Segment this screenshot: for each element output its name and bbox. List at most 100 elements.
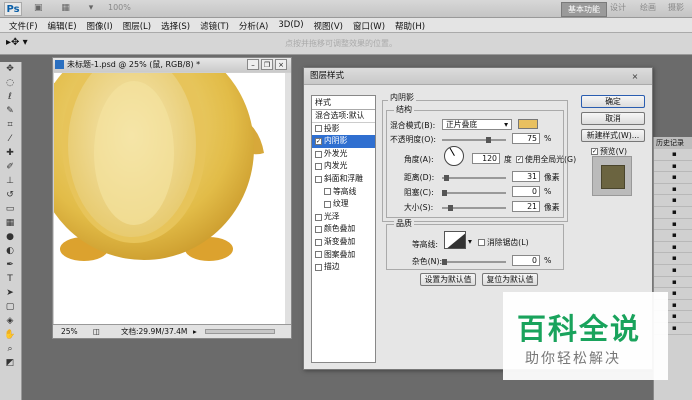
style-item-checkbox[interactable] bbox=[315, 150, 322, 158]
lasso-tool-icon[interactable]: ℓ bbox=[0, 90, 20, 104]
menu-file[interactable]: 文件(F) bbox=[4, 18, 43, 32]
blend-options-item[interactable]: 混合选项:默认 bbox=[312, 110, 375, 123]
minimize-icon[interactable]: – bbox=[247, 59, 259, 70]
shape-tool-icon[interactable]: ▢ bbox=[0, 300, 20, 314]
blur-tool-icon[interactable]: ● bbox=[0, 230, 20, 244]
shadow-color-swatch[interactable] bbox=[518, 119, 538, 129]
history-state[interactable]: ▪ bbox=[654, 242, 692, 254]
make-default-button[interactable]: 设置为默认值 bbox=[420, 273, 476, 286]
style-item-checkbox[interactable] bbox=[315, 175, 322, 183]
history-state[interactable]: ▪ bbox=[654, 161, 692, 173]
3d-tool-icon[interactable]: ◈ bbox=[0, 314, 20, 328]
workspace-painting[interactable]: 绘画 bbox=[640, 2, 656, 13]
workspace-design[interactable]: 设计 bbox=[610, 2, 626, 13]
eyedropper-tool-icon[interactable]: ⁄ bbox=[0, 132, 20, 146]
type-tool-icon[interactable]: T bbox=[0, 272, 20, 286]
history-state[interactable]: ▪ bbox=[654, 172, 692, 184]
crop-tool-icon[interactable]: ⌗ bbox=[0, 118, 20, 132]
pen-tool-icon[interactable]: ✒ bbox=[0, 258, 20, 272]
menu-analysis[interactable]: 分析(A) bbox=[234, 18, 273, 32]
blend-mode-select[interactable]: 正片叠底 ▾ bbox=[442, 119, 512, 130]
menu-3d[interactable]: 3D(D) bbox=[273, 18, 308, 32]
document-tab[interactable]: 未标题-1.psd @ 25% (鼠, RGB/8) * – ❐ × bbox=[53, 58, 291, 72]
antialias-checkbox[interactable] bbox=[478, 239, 485, 246]
history-brush-icon[interactable]: ↺ bbox=[0, 188, 20, 202]
style-item[interactable]: 渐变叠加 bbox=[312, 236, 375, 249]
style-item-checkbox[interactable] bbox=[324, 188, 331, 196]
style-item[interactable]: 外发光 bbox=[312, 148, 375, 161]
menu-image[interactable]: 图像(I) bbox=[82, 18, 118, 32]
history-state[interactable]: ▪ bbox=[654, 207, 692, 219]
dialog-close-button[interactable]: × bbox=[628, 71, 642, 82]
style-item[interactable]: 颜色叠加 bbox=[312, 223, 375, 236]
move-tool-icon[interactable]: ▸✥ ▾ bbox=[6, 37, 28, 48]
angle-dial-icon[interactable] bbox=[444, 146, 464, 166]
healing-brush-icon[interactable]: ✚ bbox=[0, 146, 20, 160]
menu-help[interactable]: 帮助(H) bbox=[390, 18, 430, 32]
menu-view[interactable]: 视图(V) bbox=[309, 18, 348, 32]
noise-slider-thumb[interactable] bbox=[442, 259, 447, 265]
size-input[interactable]: 21 bbox=[512, 201, 540, 212]
style-item[interactable]: 投影 bbox=[312, 123, 375, 136]
new-style-button[interactable]: 新建样式(W)... bbox=[581, 129, 645, 142]
contour-chevron-icon[interactable]: ▾ bbox=[468, 237, 472, 246]
history-state[interactable]: ▪ bbox=[654, 195, 692, 207]
styles-header[interactable]: 样式 bbox=[312, 96, 375, 110]
canvas-scrollbar[interactable] bbox=[285, 73, 291, 325]
quick-select-tool-icon[interactable]: ✎ bbox=[0, 104, 20, 118]
dodge-tool-icon[interactable]: ◐ bbox=[0, 244, 20, 258]
zoom-tool-icon[interactable]: ⌕ bbox=[0, 342, 20, 356]
style-item[interactable]: 纹理 bbox=[312, 198, 375, 211]
noise-slider[interactable] bbox=[442, 259, 506, 265]
choke-input[interactable]: 0 bbox=[512, 186, 540, 197]
gradient-tool-icon[interactable]: ▦ bbox=[0, 216, 20, 230]
history-state[interactable]: ▪ bbox=[654, 265, 692, 277]
style-item-checkbox[interactable]: ✓ bbox=[315, 137, 322, 145]
size-slider-thumb[interactable] bbox=[448, 205, 453, 211]
distance-input[interactable]: 31 bbox=[512, 171, 540, 182]
horizontal-scrollbar[interactable] bbox=[205, 329, 275, 334]
history-state[interactable]: ▪ bbox=[654, 253, 692, 265]
restore-icon[interactable]: ❐ bbox=[261, 59, 273, 70]
global-light-checkbox[interactable]: ✓ bbox=[516, 156, 523, 163]
choke-slider-thumb[interactable] bbox=[442, 190, 447, 196]
menu-window[interactable]: 窗口(W) bbox=[348, 18, 390, 32]
stamp-tool-icon[interactable]: ⊥ bbox=[0, 174, 20, 188]
close-icon[interactable]: × bbox=[275, 59, 287, 70]
style-item-checkbox[interactable] bbox=[315, 163, 322, 171]
history-state[interactable]: ▪ bbox=[654, 184, 692, 196]
titlebar-tool-icons[interactable]: ▣ ▦ ▾ bbox=[34, 3, 101, 13]
style-item-checkbox[interactable] bbox=[315, 125, 322, 133]
style-item-checkbox[interactable] bbox=[324, 200, 331, 208]
doc-zoom[interactable]: 25% bbox=[61, 325, 78, 338]
hand-tool-icon[interactable]: ✋ bbox=[0, 328, 20, 342]
distance-slider-thumb[interactable] bbox=[444, 175, 449, 181]
path-select-icon[interactable]: ➤ bbox=[0, 286, 20, 300]
distance-slider[interactable] bbox=[442, 175, 506, 181]
antialias-toggle[interactable]: 消除锯齿(L) bbox=[478, 237, 529, 248]
style-item[interactable]: 斜面和浮雕 bbox=[312, 173, 375, 186]
style-item[interactable]: 内发光 bbox=[312, 160, 375, 173]
style-item-checkbox[interactable] bbox=[315, 263, 322, 271]
opacity-input[interactable]: 75 bbox=[512, 133, 540, 144]
history-state[interactable]: ▪ bbox=[654, 219, 692, 231]
global-light-toggle[interactable]: ✓ 使用全局光(G) bbox=[516, 154, 576, 165]
style-item-checkbox[interactable] bbox=[315, 251, 322, 259]
eraser-tool-icon[interactable]: ▭ bbox=[0, 202, 20, 216]
menu-edit[interactable]: 编辑(E) bbox=[43, 18, 82, 32]
style-item-checkbox[interactable] bbox=[315, 213, 322, 221]
preview-checkbox[interactable]: ✓ bbox=[591, 148, 598, 155]
menu-layer[interactable]: 图层(L) bbox=[118, 18, 156, 32]
ok-button[interactable]: 确定 bbox=[581, 95, 645, 108]
contour-picker[interactable] bbox=[444, 231, 466, 249]
history-panel-title[interactable]: 历史记录 bbox=[654, 137, 692, 149]
style-item-checkbox[interactable] bbox=[315, 226, 322, 234]
size-slider[interactable] bbox=[442, 205, 506, 211]
history-state[interactable]: ▪ bbox=[654, 230, 692, 242]
menu-filter[interactable]: 滤镜(T) bbox=[195, 18, 234, 32]
history-state[interactable]: ▪ bbox=[654, 277, 692, 289]
marquee-tool-icon[interactable]: ◌ bbox=[0, 76, 20, 90]
style-item[interactable]: 光泽 bbox=[312, 211, 375, 224]
zoom-level[interactable]: 100% bbox=[108, 3, 131, 12]
status-info-icon[interactable]: ◫ bbox=[93, 325, 100, 338]
